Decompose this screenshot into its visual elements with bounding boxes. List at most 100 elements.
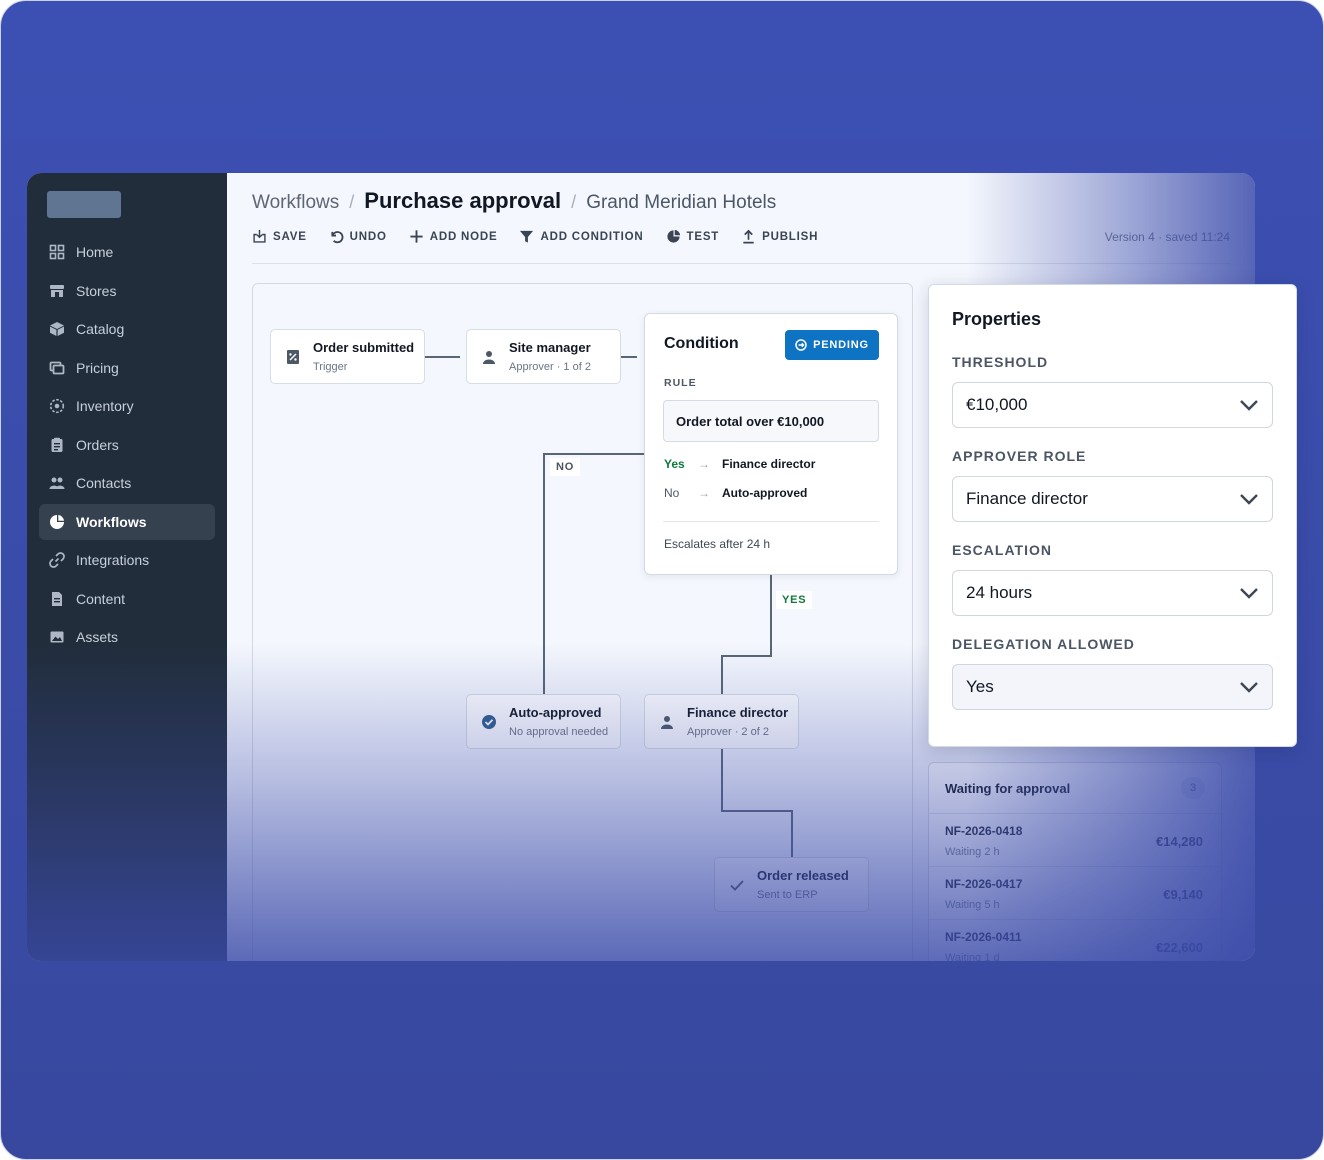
node-subtitle: Approver · 2 of 2 xyxy=(687,725,769,738)
no-branch: No → Auto-approved xyxy=(664,486,807,500)
add-condition-label: ADD CONDITION xyxy=(540,230,644,243)
order-id: NF-2026-0411 xyxy=(945,930,1022,944)
properties-panel: Properties THRESHOLD €10,000 APPROVER RO… xyxy=(928,284,1297,747)
no-key: No xyxy=(664,486,680,500)
sidebar-item-contacts[interactable]: Contacts xyxy=(39,465,215,501)
wait-time: Waiting 1 d xyxy=(945,952,1000,961)
sidebar-item-inventory[interactable]: Inventory xyxy=(39,388,215,424)
status-badge: PENDING xyxy=(785,330,879,360)
escalation-value: 24 hours xyxy=(966,583,1033,602)
rule-label: RULE xyxy=(664,377,697,389)
node-subtitle: Trigger xyxy=(313,360,348,373)
backdrop: Home Stores Catalog Pricing Inventory Or… xyxy=(0,0,1324,1160)
arrow-right-icon: → xyxy=(698,486,710,500)
node-order-released[interactable]: Order released Sent to ERP xyxy=(714,857,869,912)
sidebar-item-label: Inventory xyxy=(76,398,134,414)
add-node-button[interactable]: ADD NODE xyxy=(409,229,498,244)
yes-branch: Yes → Finance director xyxy=(664,457,815,471)
store-icon xyxy=(50,284,64,297)
threshold-value: €10,000 xyxy=(966,395,1028,414)
node-site-manager[interactable]: Site manager Approver · 1 of 2 xyxy=(466,329,621,384)
sidebar-item-catalog[interactable]: Catalog xyxy=(39,311,215,347)
breadcrumb-workflows[interactable]: Workflows xyxy=(252,192,339,214)
threshold-select[interactable]: €10,000 xyxy=(952,382,1273,428)
yes-key: Yes xyxy=(664,457,685,471)
node-auto-approved[interactable]: Auto-approved No approval needed xyxy=(466,694,621,749)
clipboard-icon xyxy=(51,437,63,452)
connector xyxy=(721,655,723,694)
sidebar-item-label: Workflows xyxy=(76,513,147,530)
connector xyxy=(721,655,772,657)
sidebar-item-label: Stores xyxy=(76,282,117,299)
condition-title: Condition xyxy=(664,335,739,352)
status-label: PENDING xyxy=(813,339,869,351)
breadcrumb-organization[interactable]: Grand Meridian Hotels xyxy=(586,192,776,214)
yes-target: Finance director xyxy=(722,457,816,471)
node-finance-director[interactable]: Finance director Approver · 2 of 2 xyxy=(644,694,799,749)
badge-check-icon xyxy=(482,714,496,729)
plus-icon xyxy=(410,230,423,243)
node-order-submitted[interactable]: Order submitted Trigger xyxy=(270,329,425,384)
image-icon xyxy=(50,631,64,643)
undo-icon xyxy=(331,231,344,244)
sidebar-item-stores[interactable]: Stores xyxy=(39,273,215,309)
order-amount: €22,600 xyxy=(1156,940,1203,955)
undo-label: UNDO xyxy=(349,230,387,243)
publish-button[interactable]: PUBLISH xyxy=(741,229,818,244)
grid-icon xyxy=(49,244,65,260)
sidebar-item-pricing[interactable]: Pricing xyxy=(39,350,215,386)
add-node-label: ADD NODE xyxy=(429,230,498,243)
chevron-down-icon xyxy=(1240,682,1258,693)
sidebar-item-home[interactable]: Home xyxy=(39,234,215,270)
workflow-canvas[interactable]: NO YES Order submitted Trigger Site mana… xyxy=(252,283,913,961)
save-button[interactable]: SAVE xyxy=(252,229,307,244)
add-condition-button[interactable]: ADD CONDITION xyxy=(519,229,643,244)
threshold-label: THRESHOLD xyxy=(952,354,1049,370)
delegation-select[interactable]: Yes xyxy=(952,664,1273,710)
publish-label: PUBLISH xyxy=(762,230,819,243)
breadcrumb: Workflows / Purchase approval / Grand Me… xyxy=(252,188,776,214)
connector xyxy=(543,453,545,694)
upload-icon xyxy=(743,229,754,244)
page-title: Purchase approval xyxy=(364,188,562,213)
node-title: Site manager xyxy=(509,339,591,355)
sidebar-item-label: Pricing xyxy=(76,359,119,376)
sidebar-item-orders[interactable]: Orders xyxy=(39,427,215,463)
no-target: Auto-approved xyxy=(722,486,808,500)
inventory-icon xyxy=(49,398,65,414)
sidebar-item-integrations[interactable]: Integrations xyxy=(39,542,215,578)
breadcrumb-separator: / xyxy=(349,192,355,212)
sidebar-item-content[interactable]: Content xyxy=(39,581,215,617)
order-id: NF-2026-0417 xyxy=(945,877,1023,891)
test-button[interactable]: TEST xyxy=(666,229,720,244)
save-label: SAVE xyxy=(273,230,307,243)
sidebar-item-label: Content xyxy=(76,590,126,607)
sidebar-item-workflows[interactable]: Workflows xyxy=(39,503,215,540)
escalation-note: Escalates after 24 h xyxy=(664,537,771,551)
version-status: Version 4 · saved 11:24 xyxy=(1104,230,1230,244)
users-icon xyxy=(49,477,65,489)
delegation-value: Yes xyxy=(966,677,994,696)
approver-role-label: APPROVER ROLE xyxy=(952,448,1087,464)
test-label: TEST xyxy=(686,230,720,243)
approver-role-value: Finance director xyxy=(966,489,1088,508)
breadcrumb-separator: / xyxy=(571,192,577,212)
rule-expression[interactable]: Order total over €10,000 xyxy=(663,400,879,442)
tag-icon xyxy=(49,361,65,374)
list-item[interactable]: NF-2026-0418 Waiting 2 h €14,280 xyxy=(929,813,1221,866)
connector xyxy=(621,356,637,358)
delegation-label: DELEGATION ALLOWED xyxy=(952,636,1135,652)
list-item[interactable]: NF-2026-0417 Waiting 5 h €9,140 xyxy=(929,866,1221,919)
order-id: NF-2026-0418 xyxy=(945,824,1023,838)
condition-node[interactable]: Condition PENDING RULE Order total over … xyxy=(644,313,898,575)
undo-button[interactable]: UNDO xyxy=(329,229,387,244)
sidebar: Home Stores Catalog Pricing Inventory Or… xyxy=(27,173,227,961)
escalation-select[interactable]: 24 hours xyxy=(952,570,1273,616)
order-amount: €9,140 xyxy=(1163,887,1203,902)
list-item[interactable]: NF-2026-0411 Waiting 1 d €22,600 xyxy=(929,919,1221,961)
sidebar-item-assets[interactable]: Assets xyxy=(39,619,215,655)
chevron-down-icon xyxy=(1240,494,1258,505)
sidebar-nav: Home Stores Catalog Pricing Inventory Or… xyxy=(39,234,215,658)
approver-role-select[interactable]: Finance director xyxy=(952,476,1273,522)
condition-divider xyxy=(663,521,879,522)
